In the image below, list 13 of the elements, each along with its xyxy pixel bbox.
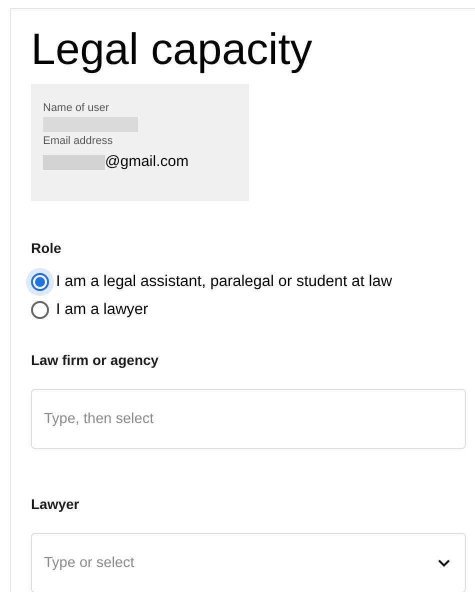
section-label: Law firm or agency — [31, 351, 160, 370]
email-domain: @gmail.com — [105, 152, 189, 172]
input-field[interactable]: Type, then select — [31, 389, 466, 449]
select-field[interactable]: Type or select — [31, 533, 466, 592]
page-title: Legal capacity — [31, 24, 314, 76]
radio-label[interactable]: I am a legal assistant, paralegal or student at law — [56, 270, 392, 294]
section-label: Role — [31, 239, 62, 258]
chevron-down-icon — [438, 559, 450, 567]
field-label: Name of user — [43, 101, 110, 115]
section-label: Lawyer — [31, 495, 80, 514]
radio-button[interactable] — [26, 268, 54, 296]
radio-label[interactable]: I am a lawyer — [56, 298, 148, 322]
field-label: Email address — [43, 134, 114, 148]
